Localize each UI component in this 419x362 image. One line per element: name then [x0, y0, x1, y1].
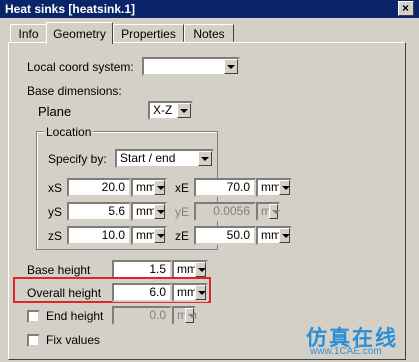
- ys-unit: mm: [136, 204, 156, 218]
- chevron-down-icon[interactable]: [224, 59, 238, 74]
- tab-notes[interactable]: Notes: [184, 24, 234, 42]
- chevron-down-icon[interactable]: [154, 180, 165, 195]
- plane-value: X-Z: [153, 103, 173, 117]
- xs-label: xS: [48, 181, 63, 195]
- local-coord-label: Local coord system:: [27, 60, 134, 74]
- tab-properties-label: Properties: [121, 27, 176, 41]
- overall-height-unit-select[interactable]: mm: [172, 283, 208, 302]
- ye-unit-select: m: [256, 202, 280, 221]
- chevron-down-icon: [269, 204, 280, 219]
- overall-height-label: Overall height: [27, 286, 102, 300]
- end-height-checkbox[interactable]: [27, 310, 40, 323]
- window-title: Heat sinks [heatsink.1]: [5, 2, 136, 16]
- tab-info[interactable]: Info: [10, 24, 47, 42]
- xe-input[interactable]: 70.0: [194, 178, 256, 197]
- end-height-unit-select: mm: [172, 306, 197, 325]
- ze-unit-select[interactable]: mm: [256, 226, 292, 245]
- xs-unit: mm: [136, 180, 156, 194]
- specify-by-label: Specify by:: [48, 152, 107, 166]
- specify-by-value: Start / end: [120, 151, 176, 165]
- chevron-down-icon: [185, 308, 196, 323]
- xs-unit-select[interactable]: mm: [131, 178, 167, 197]
- base-height-unit: mm: [177, 262, 197, 276]
- chevron-down-icon[interactable]: [154, 204, 165, 219]
- base-dimensions-label: Base dimensions:: [27, 84, 122, 98]
- ye-label: yE: [175, 205, 190, 219]
- overall-height-unit: mm: [177, 285, 197, 299]
- close-button[interactable]: ×: [398, 1, 414, 16]
- tab-notes-label: Notes: [193, 27, 225, 41]
- chevron-down-icon[interactable]: [177, 103, 191, 118]
- ze-label: zE: [175, 229, 190, 243]
- xe-label: xE: [175, 181, 190, 195]
- chevron-down-icon[interactable]: [279, 228, 290, 243]
- chevron-down-icon[interactable]: [198, 151, 212, 166]
- zs-unit: mm: [136, 228, 156, 242]
- close-icon: ×: [402, 1, 410, 15]
- tab-geometry-label: Geometry: [53, 27, 106, 41]
- overall-height-input[interactable]: 6.0: [112, 283, 172, 302]
- chevron-down-icon[interactable]: [279, 180, 290, 195]
- zs-unit-select[interactable]: mm: [131, 226, 167, 245]
- base-height-label: Base height: [27, 263, 91, 277]
- chevron-down-icon[interactable]: [195, 285, 206, 300]
- ys-unit-select[interactable]: mm: [131, 202, 167, 221]
- fix-values-checkbox[interactable]: [27, 334, 40, 347]
- fix-values-label: Fix values: [46, 333, 101, 347]
- local-coord-select[interactable]: [142, 57, 240, 76]
- chevron-down-icon[interactable]: [195, 262, 206, 277]
- specify-by-select[interactable]: Start / end: [115, 149, 214, 168]
- zs-label: zS: [48, 229, 63, 243]
- chevron-down-icon[interactable]: [154, 228, 165, 243]
- plane-select[interactable]: X-Z: [148, 101, 193, 120]
- end-height-input: 0.0: [112, 306, 172, 325]
- ye-input: 0.0056: [194, 202, 256, 221]
- xe-unit-select[interactable]: mm: [256, 178, 292, 197]
- tab-properties[interactable]: Properties: [113, 24, 184, 42]
- plane-label: Plane: [38, 104, 72, 119]
- ys-label: yS: [48, 205, 63, 219]
- ze-unit: mm: [261, 228, 281, 242]
- tab-info-label: Info: [18, 27, 39, 41]
- location-legend: Location: [44, 125, 94, 139]
- tab-geometry[interactable]: Geometry: [46, 22, 113, 44]
- watermark-url: www.1CAE.com: [310, 346, 382, 357]
- xe-unit: mm: [261, 180, 281, 194]
- zs-input[interactable]: 10.0: [67, 226, 131, 245]
- xs-input[interactable]: 20.0: [67, 178, 131, 197]
- end-height-label: End height: [46, 309, 104, 323]
- ze-input[interactable]: 50.0: [194, 226, 256, 245]
- ys-input[interactable]: 5.6: [67, 202, 131, 221]
